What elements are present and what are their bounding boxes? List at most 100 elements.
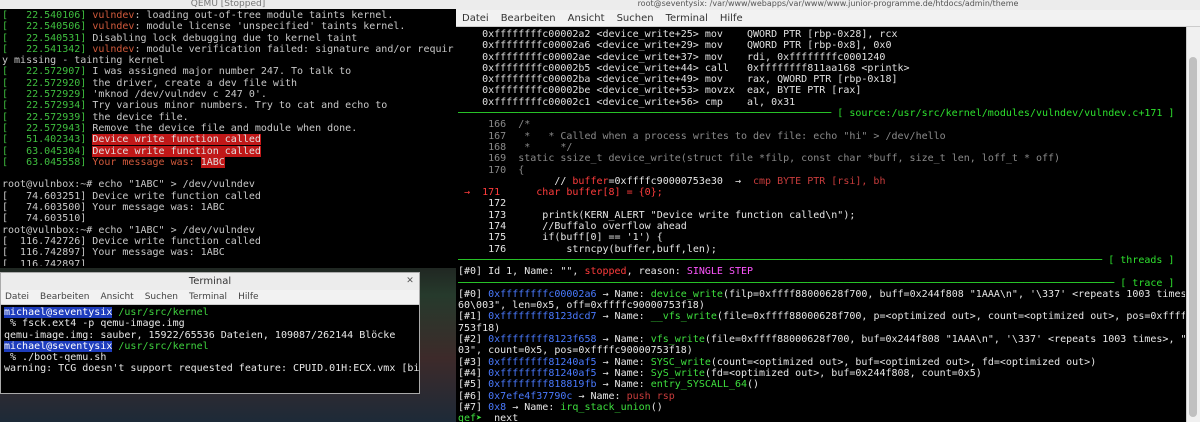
highlighted-message: Device write function called xyxy=(92,145,261,157)
menu-terminal[interactable]: Terminal xyxy=(666,13,708,24)
terminal-window[interactable]: Terminal ✕ Datei Bearbeiten Ansicht Suchen T… xyxy=(0,272,420,394)
name-label: Name: xyxy=(584,390,627,402)
trace-continuation: 753f18) xyxy=(458,322,501,334)
gef-prompt-line: gef➤ next xyxy=(458,413,1185,422)
timestamp: [ 22.572929] xyxy=(2,89,93,101)
console-line: [ 22.540106] vulndev: loading out-of-tre… xyxy=(2,10,454,21)
variable-name: buffer xyxy=(572,175,609,187)
frame-index: [#2] xyxy=(458,334,489,346)
line-number: 166 xyxy=(458,119,519,131)
line-number: 172 xyxy=(458,198,519,210)
message-text: : loading out-of-tree module taints kern… xyxy=(134,10,394,21)
frame-function: SYSC_write xyxy=(650,356,711,368)
console-line: [ 22.540531] Disabling lock debugging du… xyxy=(2,33,454,44)
console-line: [ 116.742897] xyxy=(2,259,454,266)
source-line: 176 strncpy(buffer,buff,len); xyxy=(458,244,1185,255)
message-text: [ 116.742897] xyxy=(2,258,87,266)
console-line xyxy=(2,168,454,179)
timestamp: [ 63.045304] xyxy=(2,145,93,157)
menu-ansicht[interactable]: Ansicht xyxy=(100,292,133,302)
asm-text: 0xffffffffc00002b5 <device_write+44> cal… xyxy=(458,62,910,74)
terminal-titlebar: Terminal ✕ xyxy=(1,273,419,290)
frame-function: vfs_write xyxy=(650,334,705,346)
console-line: [ 22.540506] vulndev: module license 'un… xyxy=(2,21,454,32)
menu-datei[interactable]: Datei xyxy=(462,13,489,24)
arrow: → xyxy=(572,390,585,402)
asm-line: 0xffffffffc00002be <device_write+53> mov… xyxy=(458,85,1185,96)
trace-line: [#6] 0x7efe4f37790c → Name: push rsp xyxy=(458,391,1185,402)
output-line: qemu-image.img: sauber, 15922/65536 Date… xyxy=(4,329,396,341)
module-name: vulndev xyxy=(92,10,135,21)
thread-state: stopped xyxy=(584,266,627,278)
name-label: Name: xyxy=(608,311,651,323)
frame-args: (file=0xffff88000628f700, buf=0x244f808 … xyxy=(704,334,1185,346)
menu-bearbeiten[interactable]: Bearbeiten xyxy=(40,292,89,302)
menu-bearbeiten[interactable]: Bearbeiten xyxy=(501,13,556,24)
close-icon[interactable]: ✕ xyxy=(404,275,416,287)
frame-index: [#6] xyxy=(458,390,489,402)
source-text: if(buff[0] == '1') { xyxy=(518,232,663,244)
timestamp: [ 22.572907] xyxy=(2,66,93,78)
message-text: the device file. xyxy=(92,111,189,123)
menu-datei[interactable]: Datei xyxy=(5,292,29,302)
scrollbar[interactable] xyxy=(1186,27,1200,422)
asm-line: 0xffffffffc00002b5 <device_write+44> cal… xyxy=(458,63,1185,74)
scroll-thumb[interactable] xyxy=(1189,57,1197,417)
source-text: strncpy(buffer,buff,len); xyxy=(518,243,717,255)
message-text: Remove the device file and module when d… xyxy=(92,122,358,134)
message-text: [ 116.742897] Your message was: 1ABC xyxy=(2,247,225,259)
menu-suchen[interactable]: Suchen xyxy=(145,292,178,302)
menu-hilfe[interactable]: Hilfe xyxy=(720,13,743,24)
message-text: : module license 'unspecified' taints ke… xyxy=(134,21,406,33)
frame-args: (fd=<optimized out>, buf=0x244f808, coun… xyxy=(704,367,982,379)
message-text: root@vulnbox:~# echo "1ABC" > /dev/vulnd… xyxy=(2,224,255,236)
trace-line: [#3] 0xffffffff81240af5 → Name: SYSC_wri… xyxy=(458,357,1185,368)
source-line: 170 { xyxy=(458,165,1185,176)
gdb-output[interactable]: 0xffffffffc00002a2 <device_write+25> mov… xyxy=(458,29,1185,422)
source-line: 169 static ssize_t device_write(struct f… xyxy=(458,153,1185,164)
trace-line: [#0] 0xffffffffc00002a6 → Name: device_w… xyxy=(458,289,1185,300)
qemu-console[interactable]: [ 22.540106] vulndev: loading out-of-tre… xyxy=(2,10,454,266)
message-text: [ 74.603510] xyxy=(2,213,87,225)
arrow: → xyxy=(596,367,609,379)
arrow: → xyxy=(596,334,609,346)
message-text: [ 74.603500] Your message was: 1ABC xyxy=(2,202,225,214)
prompt-user: michael@seventysix xyxy=(4,340,113,352)
comment-prefix: // xyxy=(554,175,573,187)
frame-args: (file=0xffff88000628f700, p=<optimized o… xyxy=(716,311,1185,323)
frame-args: (count=<optimized out>, buf=<optimized o… xyxy=(710,356,1097,368)
source-text: { xyxy=(518,164,525,176)
gdb-menubar: Datei Bearbeiten Ansicht Suchen Terminal Hilf… xyxy=(456,10,1200,27)
frame-index: [#0] xyxy=(458,288,489,300)
source-line: 173 printk(KERN_ALERT "Device write func… xyxy=(458,210,1185,221)
menu-hilfe[interactable]: Hilfe xyxy=(238,292,258,302)
frame-address: 0xffffffff8123dcd7 xyxy=(488,311,597,323)
console-line: [ 22.572943] Remove the device file and … xyxy=(2,123,454,134)
trace-line: [#5] 0xffffffff818819fb → Name: entry_SY… xyxy=(458,379,1185,390)
menu-suchen[interactable]: Suchen xyxy=(617,13,654,24)
qemu-window[interactable]: QEMU [Stopped] [ 22.540106] vulndev: loa… xyxy=(0,0,456,268)
prompt-path: /usr/src/kernel xyxy=(112,340,209,352)
trace-line: [#1] 0xffffffff8123dcd7 → Name: __vfs_wr… xyxy=(458,311,1185,322)
thread-line: [#0] Id 1, Name: "", stopped, reason: SI… xyxy=(458,266,1185,277)
asm-line: 0xffffffffc00002a6 <device_write+29> mov… xyxy=(458,40,1185,51)
source-text: /* xyxy=(518,119,531,131)
menu-ansicht[interactable]: Ansicht xyxy=(568,13,605,24)
message-text: root@vulnbox:~# echo "1ABC" > /dev/vulnd… xyxy=(2,179,255,191)
message-text: Your message was: xyxy=(92,156,201,168)
thread-reason-label: , reason: xyxy=(626,266,687,278)
gdb-terminal-window[interactable]: root@seventysix: /var/www/webapps/var/ww… xyxy=(456,0,1200,422)
prompt-user: michael@seventysix xyxy=(4,307,113,318)
trace-line: 03", count=0x5, pos=0xffffc90000753f18) xyxy=(458,345,1185,356)
source-line: 172 xyxy=(458,198,1185,209)
terminal-output[interactable]: michael@seventysix /usr/src/kernel % fsc… xyxy=(1,305,419,377)
thread-info: [#0] Id 1, Name: "", xyxy=(458,266,585,278)
console-line: [ 22.572934] Try various minor numbers. … xyxy=(2,100,454,111)
arrow: → xyxy=(506,401,519,413)
console-line: [ 22.572939] the device file. xyxy=(2,112,454,123)
source-text: printk(KERN_ALERT "Device write function… xyxy=(518,209,856,221)
frame-address: 0x8 xyxy=(488,401,507,413)
menu-terminal[interactable]: Terminal xyxy=(189,292,227,302)
name-label: Name: xyxy=(608,334,651,346)
